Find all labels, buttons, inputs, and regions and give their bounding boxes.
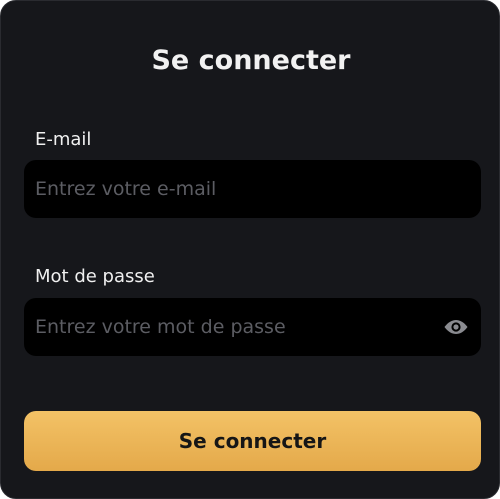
eye-icon[interactable] (443, 315, 469, 339)
email-label: E-mail (35, 129, 92, 150)
page-title: Se connecter (151, 45, 351, 76)
login-card: Se connecter E-mail Mot de passe Se conn… (0, 0, 500, 499)
login-button[interactable]: Se connecter (24, 411, 481, 471)
password-field[interactable] (35, 298, 430, 356)
password-field-container (24, 298, 481, 356)
email-field-container (24, 160, 481, 218)
password-label: Mot de passe (35, 266, 155, 287)
email-field[interactable] (35, 160, 465, 218)
